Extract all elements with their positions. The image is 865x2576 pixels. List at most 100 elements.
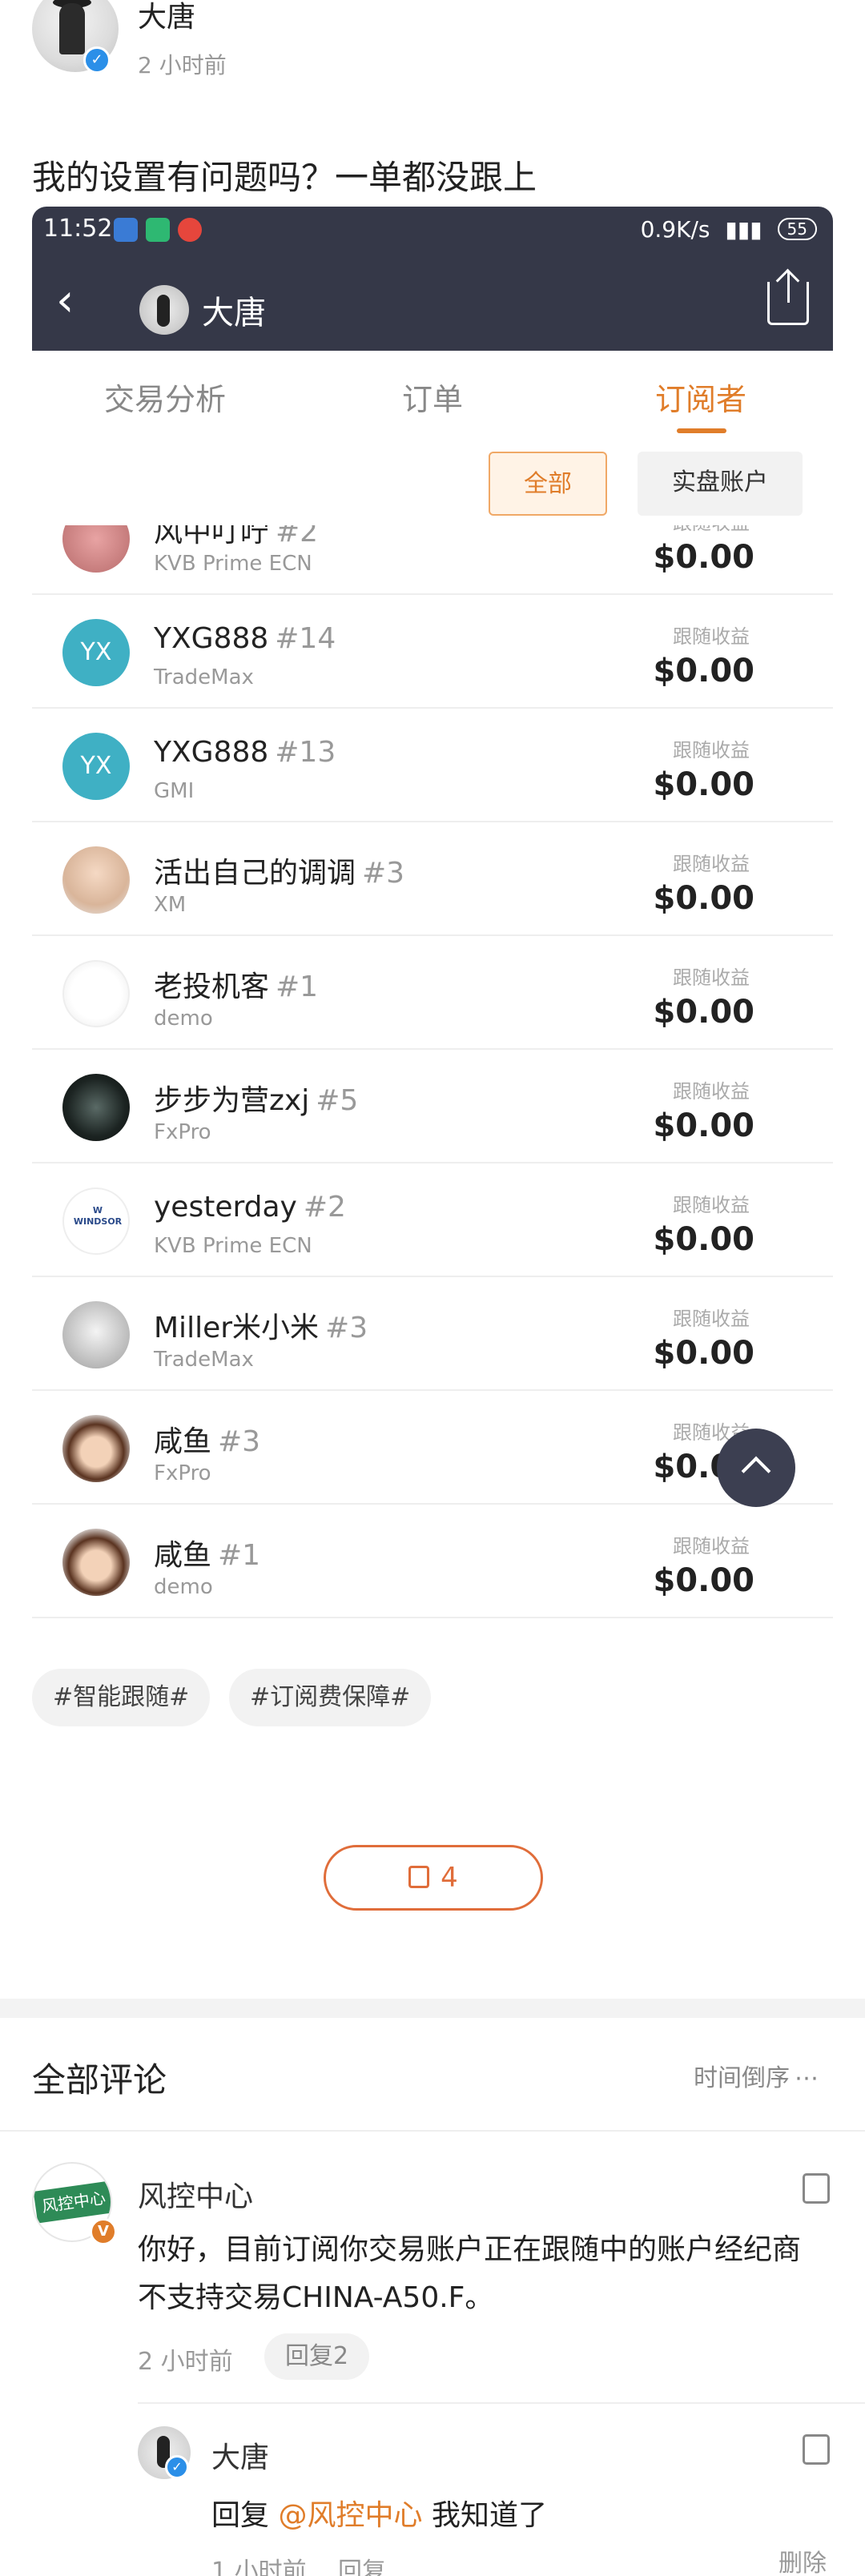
post-time: 2 小时前 bbox=[138, 52, 227, 78]
subscriber-row[interactable]: 咸鱼 #3 FxPro 跟随收益 $0.00 bbox=[32, 1391, 833, 1505]
reply-body: 我知道了 bbox=[431, 2499, 547, 2532]
subscriber-row[interactable]: YX YXG888 #14 TradeMax 跟随收益 $0.00 bbox=[32, 595, 833, 709]
status-right: 0.9K/s ▮▮▮ 55 bbox=[641, 216, 817, 243]
subscriber-name: 咸鱼 bbox=[154, 1425, 212, 1458]
profit-label: 跟随收益 bbox=[673, 625, 750, 648]
profit-value: $0.00 bbox=[653, 1335, 754, 1372]
subscriber-broker: FxPro bbox=[154, 1120, 211, 1144]
profit-label: 跟随收益 bbox=[673, 967, 750, 989]
reply-verified-icon: ✓ bbox=[165, 2455, 189, 2479]
reply-like-icon[interactable] bbox=[803, 2434, 830, 2465]
subscriber-rank: #2 bbox=[303, 1191, 346, 1224]
profit-value: $0.00 bbox=[653, 1221, 754, 1258]
reply-divider bbox=[138, 2402, 865, 2404]
subscriber-broker: KVB Prime ECN bbox=[154, 552, 312, 576]
official-badge-icon: V bbox=[90, 2218, 117, 2245]
comment-like-icon[interactable] bbox=[803, 2173, 830, 2204]
reply-prefix: 回复 bbox=[211, 2499, 270, 2532]
author-name[interactable]: 大唐 bbox=[138, 0, 195, 35]
subscriber-rank: #13 bbox=[275, 736, 336, 769]
reply-button[interactable]: 回复 bbox=[338, 2551, 386, 2576]
like-count: 4 bbox=[441, 1862, 458, 1894]
subscriber-broker: XM bbox=[154, 893, 187, 917]
subscriber-name: 老投机客 bbox=[154, 971, 270, 1003]
app-bar: ‹ 大唐 bbox=[32, 256, 833, 351]
subscriber-row[interactable]: 咸鱼 #1 demo 跟随收益 $0.00 bbox=[32, 1505, 833, 1618]
status-bar: 11:52 0.9K/s ▮▮▮ 55 bbox=[32, 207, 833, 256]
subscriber-rank: #1 bbox=[218, 1539, 261, 1572]
embedded-screenshot[interactable]: 11:52 0.9K/s ▮▮▮ 55 ‹ 大唐 交易分析 订单 订阅者 全部 … bbox=[32, 207, 833, 1632]
subscriber-row[interactable]: 老投机客 #1 demo 跟随收益 $0.00 bbox=[32, 936, 833, 1050]
subscriber-row[interactable]: 步步为营zxj #5 FxPro 跟随收益 $0.00 bbox=[32, 1050, 833, 1163]
reply-time: 1 小时前 bbox=[211, 2558, 307, 2576]
comment-author[interactable]: 风控中心 bbox=[138, 2173, 253, 2215]
subscriber-name: YXG888 bbox=[154, 736, 269, 769]
subscriber-broker: GMI bbox=[154, 779, 195, 803]
back-icon[interactable]: ‹ bbox=[56, 277, 74, 325]
profit-value: $0.00 bbox=[653, 994, 754, 1031]
subscriber-name: 步步为营zxj bbox=[154, 1084, 310, 1117]
reply-text: 回复 @风控中心 我知道了 bbox=[211, 2492, 547, 2534]
windsor-brokers-logo: W WINDSOR bbox=[73, 1205, 123, 1227]
tab-orders[interactable]: 订单 bbox=[402, 375, 463, 419]
profit-value: $0.00 bbox=[653, 653, 754, 689]
subscriber-avatar bbox=[62, 1074, 130, 1141]
tag-subscription-guarantee[interactable]: #订阅费保障# bbox=[229, 1669, 432, 1726]
subscriber-broker: FxPro bbox=[154, 1461, 211, 1485]
reply-author[interactable]: 大唐 bbox=[211, 2434, 269, 2476]
battery-icon: 55 bbox=[777, 218, 817, 240]
view-replies-button[interactable]: 回复2 bbox=[264, 2333, 370, 2380]
signal-icon: ▮▮▮ bbox=[725, 216, 762, 243]
profit-label: 跟随收益 bbox=[673, 1080, 750, 1103]
status-time: 11:52 bbox=[43, 215, 113, 243]
section-divider bbox=[0, 1999, 865, 2018]
subscriber-broker: demo bbox=[154, 1575, 213, 1599]
subscriber-broker: TradeMax bbox=[154, 1348, 254, 1372]
tag-smart-follow[interactable]: #智能跟随# bbox=[32, 1669, 211, 1726]
profit-value: $0.00 bbox=[653, 766, 754, 803]
subscriber-avatar bbox=[62, 1301, 130, 1368]
profit-value: $0.00 bbox=[653, 539, 754, 576]
tab-trade-analysis[interactable]: 交易分析 bbox=[104, 375, 226, 419]
profit-label: 跟随收益 bbox=[673, 853, 750, 875]
delete-button[interactable]: 删除 bbox=[778, 2543, 827, 2576]
profit-value: $0.00 bbox=[653, 1562, 754, 1599]
comment-avatar-badge: 风控中心 bbox=[34, 2180, 111, 2224]
subscriber-row[interactable]: Miller米小米 #3 TradeMax 跟随收益 $0.00 bbox=[32, 1277, 833, 1391]
subscriber-avatar: YX bbox=[62, 733, 130, 800]
share-icon[interactable] bbox=[767, 271, 809, 325]
subscriber-broker: demo bbox=[154, 1007, 213, 1031]
subscriber-list[interactable]: 风中叮咛#2 KVB Prime ECN 跟随收益 $0.00 YX YXG88… bbox=[32, 525, 833, 1632]
sort-toggle[interactable]: 时间倒序 ⋯ bbox=[694, 2058, 819, 2093]
tab-active-indicator bbox=[677, 428, 726, 433]
subscriber-row[interactable]: YX YXG888 #13 GMI 跟随收益 $0.00 bbox=[32, 709, 833, 822]
subscriber-rank: #5 bbox=[316, 1084, 359, 1117]
comment-text: 你好，目前订阅你交易账户正在跟随中的账户经纪商不支持交易CHINA-A50.F。 bbox=[138, 2233, 802, 2314]
subscriber-row[interactable]: 活出自己的调调 #3 XM 跟随收益 $0.00 bbox=[32, 822, 833, 936]
subscriber-avatar bbox=[62, 1529, 130, 1596]
notification-app-icon bbox=[146, 218, 170, 242]
subscriber-name: YXG888 bbox=[154, 622, 269, 655]
post-text: 我的设置有问题吗？一单都没跟上 bbox=[32, 158, 537, 197]
filter-all-button[interactable]: 全部 bbox=[489, 452, 607, 516]
avatar-figure-shape bbox=[59, 3, 85, 54]
filter-real-account-button[interactable]: 实盘账户 bbox=[638, 452, 803, 516]
subscriber-name: 咸鱼 bbox=[154, 1539, 212, 1572]
scroll-to-top-button[interactable] bbox=[717, 1429, 795, 1507]
like-button[interactable]: 4 bbox=[324, 1845, 543, 1911]
subscriber-row[interactable]: 风中叮咛#2 KVB Prime ECN 跟随收益 $0.00 bbox=[32, 525, 833, 595]
subscriber-avatar: W WINDSOR bbox=[62, 1188, 130, 1255]
reply-mention[interactable]: @风控中心 bbox=[278, 2499, 422, 2532]
subscriber-row[interactable]: W WINDSOR yesterday #2 KVB Prime ECN 跟随收益 … bbox=[32, 1163, 833, 1277]
tab-subscribers[interactable]: 订阅者 bbox=[655, 375, 746, 419]
subscriber-name: Miller米小米 bbox=[154, 1312, 320, 1344]
subscriber-rank: #14 bbox=[275, 622, 336, 655]
subscriber-broker: KVB Prime ECN bbox=[154, 1234, 312, 1258]
subscriber-avatar: YX bbox=[62, 619, 130, 686]
profit-label: 跟随收益 bbox=[673, 1308, 750, 1330]
profit-label: 跟随收益 bbox=[673, 1535, 750, 1557]
header-avatar[interactable] bbox=[139, 285, 189, 335]
profit-value: $0.00 bbox=[653, 1107, 754, 1144]
comments-divider bbox=[0, 2130, 865, 2132]
subscriber-name: yesterday bbox=[154, 1191, 297, 1224]
